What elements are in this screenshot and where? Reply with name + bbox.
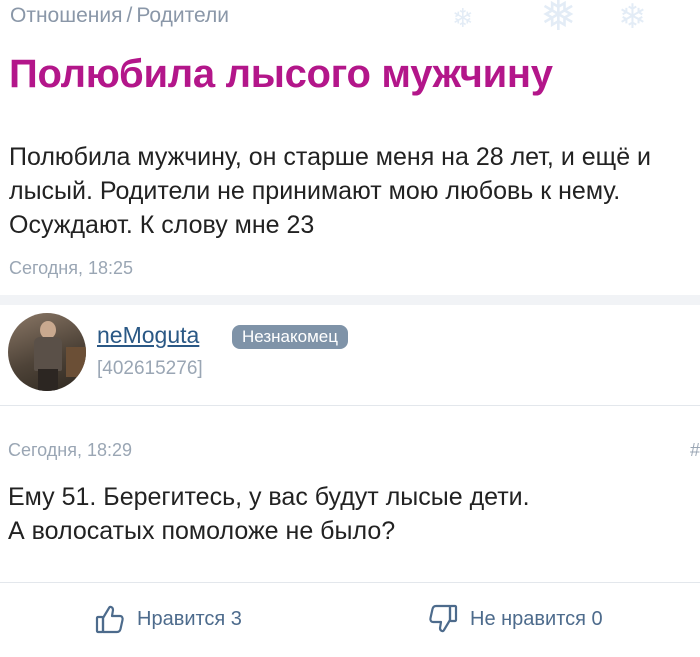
dislike-label: Не нравится 0 [470,607,603,630]
snowflake-icon: ❅ [540,0,577,41]
breadcrumb-separator: / [126,4,133,27]
header-divider [0,405,700,406]
section-divider [0,295,700,305]
thumbs-up-icon [95,604,137,634]
author-username-link[interactable]: neMoguta [97,322,199,349]
answer-body: Ему 51. Берегитесь, у вас будут лысые де… [8,480,688,548]
breadcrumb: Отношения / Родители [10,4,229,28]
actions-divider [0,582,700,583]
avatar[interactable] [8,313,86,391]
answer-line-1: Ему 51. Берегитесь, у вас будут лысые де… [8,483,530,511]
answer-author-header [0,305,700,405]
answer-line-2: А волосатых помоложе не было? [8,517,396,545]
author-status-badge: Незнакомец [232,325,348,349]
snowflake-icon: ❄ [618,0,647,37]
like-label: Нравится 3 [137,607,242,630]
answer-timestamp: Сегодня, 18:29 [8,440,133,460]
breadcrumb-item-relations[interactable]: Отношения [10,4,122,27]
page-title: Полюбила лысого мужчину [9,52,553,96]
question-body: Полюбила мужчину, он старше меня на 28 л… [9,143,652,239]
answer-anchor-link[interactable]: # [690,440,700,461]
like-button[interactable]: Нравится 3 [95,604,242,634]
question-timestamp: Сегодня, 18:25 [9,258,134,278]
snowflake-icon: ❄ [452,4,474,34]
thumbs-down-icon [428,604,470,634]
breadcrumb-item-parents[interactable]: Родители [136,4,229,27]
dislike-button[interactable]: Не нравится 0 [428,604,603,634]
author-id: [402615276] [97,358,203,379]
